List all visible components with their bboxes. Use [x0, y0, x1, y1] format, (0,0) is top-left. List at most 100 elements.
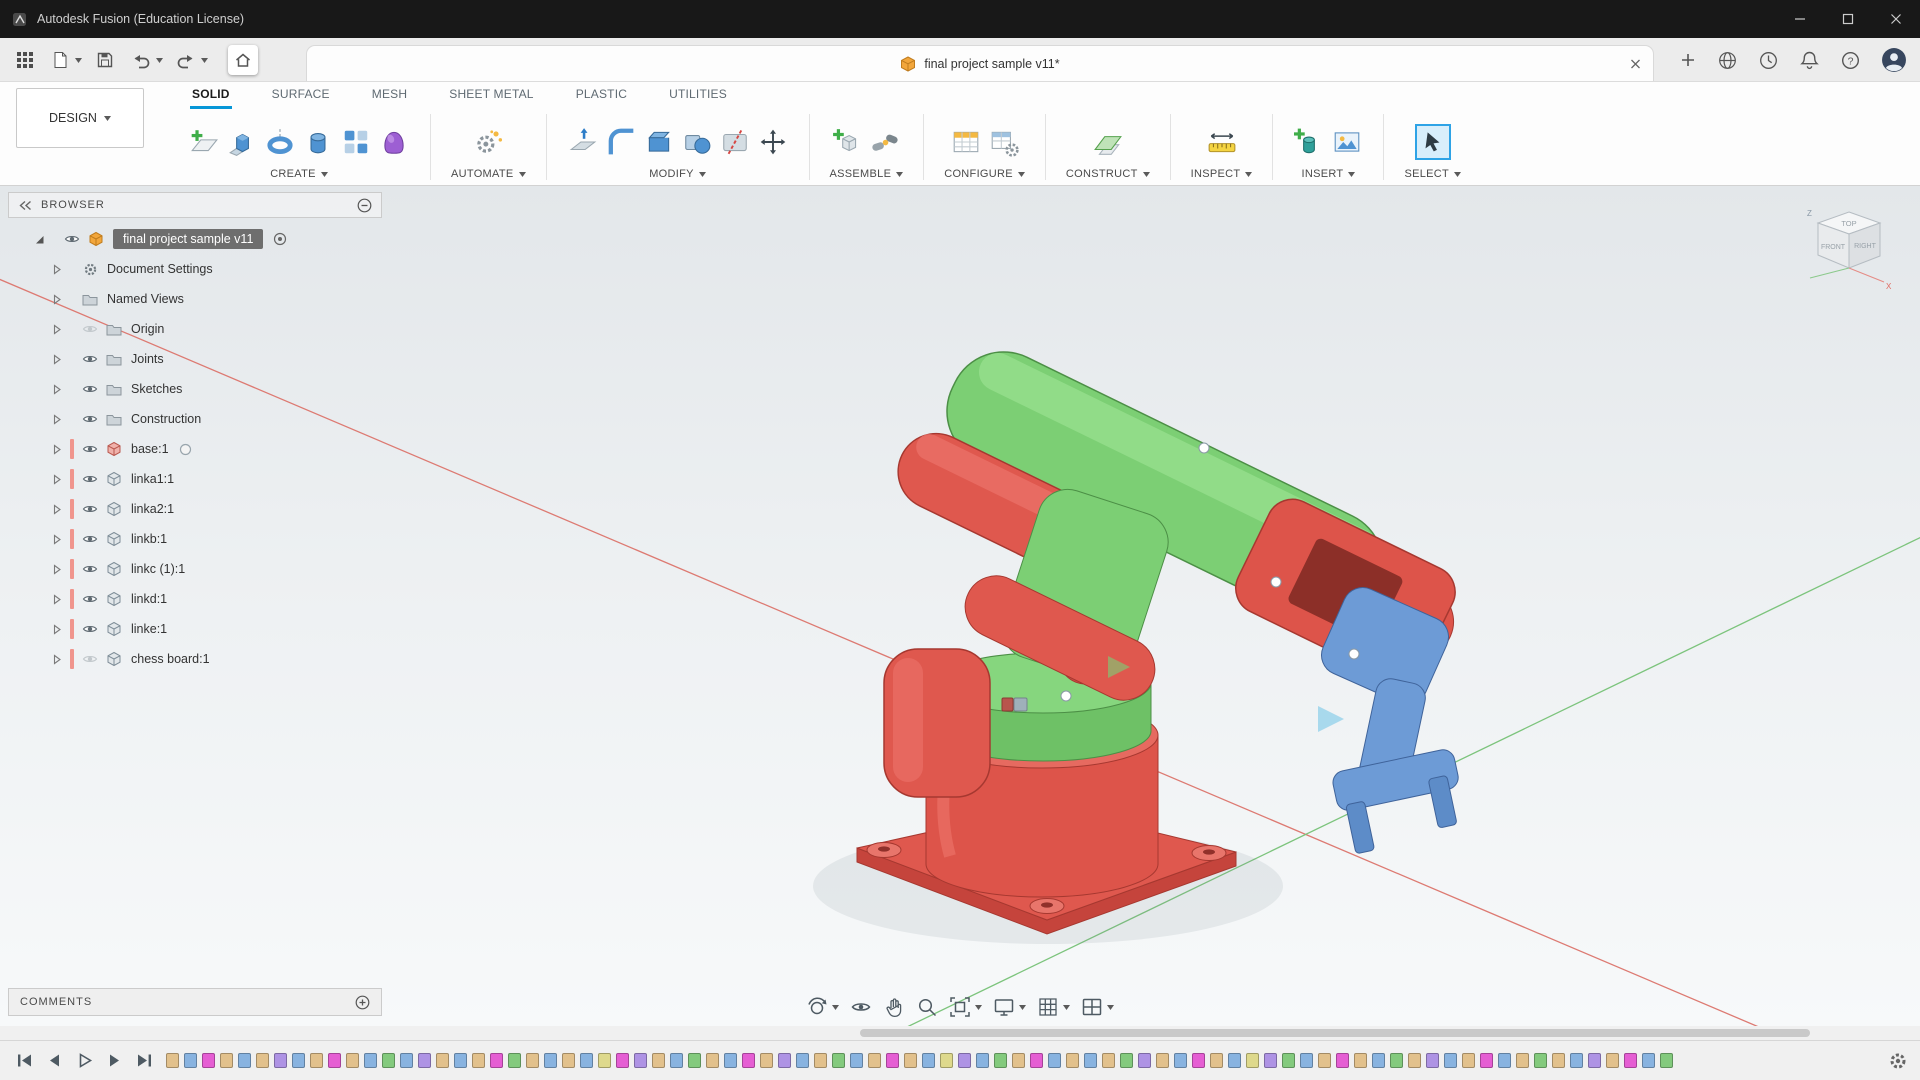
ribbon-group-label[interactable]: INSPECT	[1191, 168, 1253, 180]
timeline-feature-marker[interactable]	[1480, 1053, 1493, 1068]
timeline-feature-marker[interactable]	[670, 1053, 683, 1068]
browser-item[interactable]: base:1	[8, 434, 382, 464]
timeline-feature-marker[interactable]	[1354, 1053, 1367, 1068]
collapse-all-icon[interactable]	[357, 198, 372, 213]
move-icon[interactable]	[757, 126, 789, 158]
timeline-feature-marker[interactable]	[1462, 1053, 1475, 1068]
item-label[interactable]: final project sample v11	[113, 229, 263, 249]
timeline-feature-marker[interactable]	[400, 1053, 413, 1068]
extensions-globe-icon[interactable]	[1714, 47, 1741, 74]
timeline-feature-marker[interactable]	[1516, 1053, 1529, 1068]
timeline-feature-marker[interactable]	[202, 1053, 215, 1068]
timeline-feature-marker[interactable]	[256, 1053, 269, 1068]
timeline-feature-marker[interactable]	[1030, 1053, 1043, 1068]
minimize-button[interactable]	[1776, 0, 1824, 38]
timeline-feature-marker[interactable]	[562, 1053, 575, 1068]
visibility-eye-icon[interactable]	[78, 561, 102, 577]
expand-arrow-icon[interactable]	[52, 384, 70, 395]
timeline-feature-marker[interactable]	[1426, 1053, 1439, 1068]
redo-icon[interactable]	[173, 47, 199, 73]
help-icon[interactable]: ?	[1837, 47, 1864, 74]
timeline-feature-marker[interactable]	[580, 1053, 593, 1068]
orbit-icon[interactable]	[806, 996, 828, 1018]
expand-arrow-icon[interactable]	[52, 474, 70, 485]
revolve-icon[interactable]	[264, 126, 296, 158]
expand-arrow-icon[interactable]	[52, 354, 70, 365]
close-tab-icon[interactable]	[1630, 58, 1641, 69]
robot-arm-model[interactable]	[813, 334, 1470, 944]
apps-grid-icon[interactable]	[13, 48, 37, 72]
visibility-eye-icon[interactable]	[78, 591, 102, 607]
form-icon[interactable]	[378, 126, 410, 158]
look-at-icon[interactable]	[850, 996, 872, 1018]
expand-arrow-icon[interactable]	[52, 294, 70, 305]
browser-item[interactable]: Document Settings	[8, 254, 382, 284]
timeline-feature-marker[interactable]	[544, 1053, 557, 1068]
timeline-feature-marker[interactable]	[688, 1053, 701, 1068]
viewports-icon[interactable]	[1081, 996, 1103, 1018]
step-back-button[interactable]	[42, 1049, 66, 1073]
timeline-feature-marker[interactable]	[796, 1053, 809, 1068]
visibility-eye-icon[interactable]	[78, 531, 102, 547]
browser-item[interactable]: linke:1	[8, 614, 382, 644]
item-label[interactable]: Sketches	[131, 382, 182, 396]
browser-item[interactable]: Construction	[8, 404, 382, 434]
timeline-feature-marker[interactable]	[382, 1053, 395, 1068]
ribbon-group-label[interactable]: AUTOMATE	[451, 168, 526, 180]
timeline-feature-marker[interactable]	[976, 1053, 989, 1068]
grid-snaps-icon[interactable]	[1037, 996, 1059, 1018]
dropdown-caret-icon[interactable]	[75, 58, 82, 63]
new-sketch-icon[interactable]	[188, 126, 220, 158]
save-icon[interactable]	[92, 47, 118, 73]
configuration-table-icon[interactable]	[988, 126, 1020, 158]
ribbon-group-label[interactable]: CONFIGURE	[944, 168, 1025, 180]
timeline-feature-marker[interactable]	[652, 1053, 665, 1068]
play-button[interactable]	[72, 1049, 96, 1073]
combine-icon[interactable]	[681, 126, 713, 158]
ribbon-group-label[interactable]: CONSTRUCT	[1066, 168, 1150, 180]
timeline-feature-marker[interactable]	[292, 1053, 305, 1068]
timeline-feature-marker[interactable]	[994, 1053, 1007, 1068]
visibility-eye-icon[interactable]	[78, 381, 102, 397]
item-label[interactable]: Named Views	[107, 292, 184, 306]
scrollbar-thumb[interactable]	[860, 1029, 1810, 1037]
timeline-feature-marker[interactable]	[238, 1053, 251, 1068]
ribbon-tab-mesh[interactable]: MESH	[370, 83, 409, 109]
item-label[interactable]: linkc (1):1	[131, 562, 185, 576]
item-label[interactable]: chess board:1	[131, 652, 210, 666]
timeline-feature-marker[interactable]	[1120, 1053, 1133, 1068]
timeline-feature-marker[interactable]	[418, 1053, 431, 1068]
timeline-feature-marker[interactable]	[328, 1053, 341, 1068]
visibility-eye-icon[interactable]	[78, 471, 102, 487]
browser-item[interactable]: linkb:1	[8, 524, 382, 554]
timeline-feature-marker[interactable]	[904, 1053, 917, 1068]
timeline-feature-marker[interactable]	[310, 1053, 323, 1068]
expand-arrow-icon[interactable]	[52, 654, 70, 665]
notifications-bell-icon[interactable]	[1796, 47, 1823, 74]
timeline-feature-marker[interactable]	[1534, 1053, 1547, 1068]
timeline-feature-marker[interactable]	[1192, 1053, 1205, 1068]
visibility-eye-icon[interactable]	[60, 231, 84, 247]
timeline-feature-marker[interactable]	[958, 1053, 971, 1068]
timeline-feature-marker[interactable]	[922, 1053, 935, 1068]
select-icon[interactable]	[1417, 126, 1449, 158]
visibility-eye-icon[interactable]	[78, 651, 102, 667]
timeline-feature-marker[interactable]	[1588, 1053, 1601, 1068]
timeline-feature-marker[interactable]	[850, 1053, 863, 1068]
visibility-eye-icon[interactable]	[78, 411, 102, 427]
browser-item[interactable]: linkd:1	[8, 584, 382, 614]
timeline-feature-marker[interactable]	[940, 1053, 953, 1068]
ribbon-group-label[interactable]: ASSEMBLE	[830, 168, 904, 180]
item-label[interactable]: Document Settings	[107, 262, 213, 276]
extrude-icon[interactable]	[226, 126, 258, 158]
dropdown-caret-icon[interactable]	[156, 58, 163, 63]
timeline-feature-marker[interactable]	[814, 1053, 827, 1068]
timeline-feature-marker[interactable]	[1570, 1053, 1583, 1068]
job-status-clock-icon[interactable]	[1755, 47, 1782, 74]
timeline-feature-marker[interactable]	[1138, 1053, 1151, 1068]
timeline-feature-marker[interactable]	[346, 1053, 359, 1068]
dropdown-caret-icon[interactable]	[201, 58, 208, 63]
timeline-feature-marker[interactable]	[832, 1053, 845, 1068]
new-component-icon[interactable]	[831, 126, 863, 158]
browser-item[interactable]: linka1:1	[8, 464, 382, 494]
